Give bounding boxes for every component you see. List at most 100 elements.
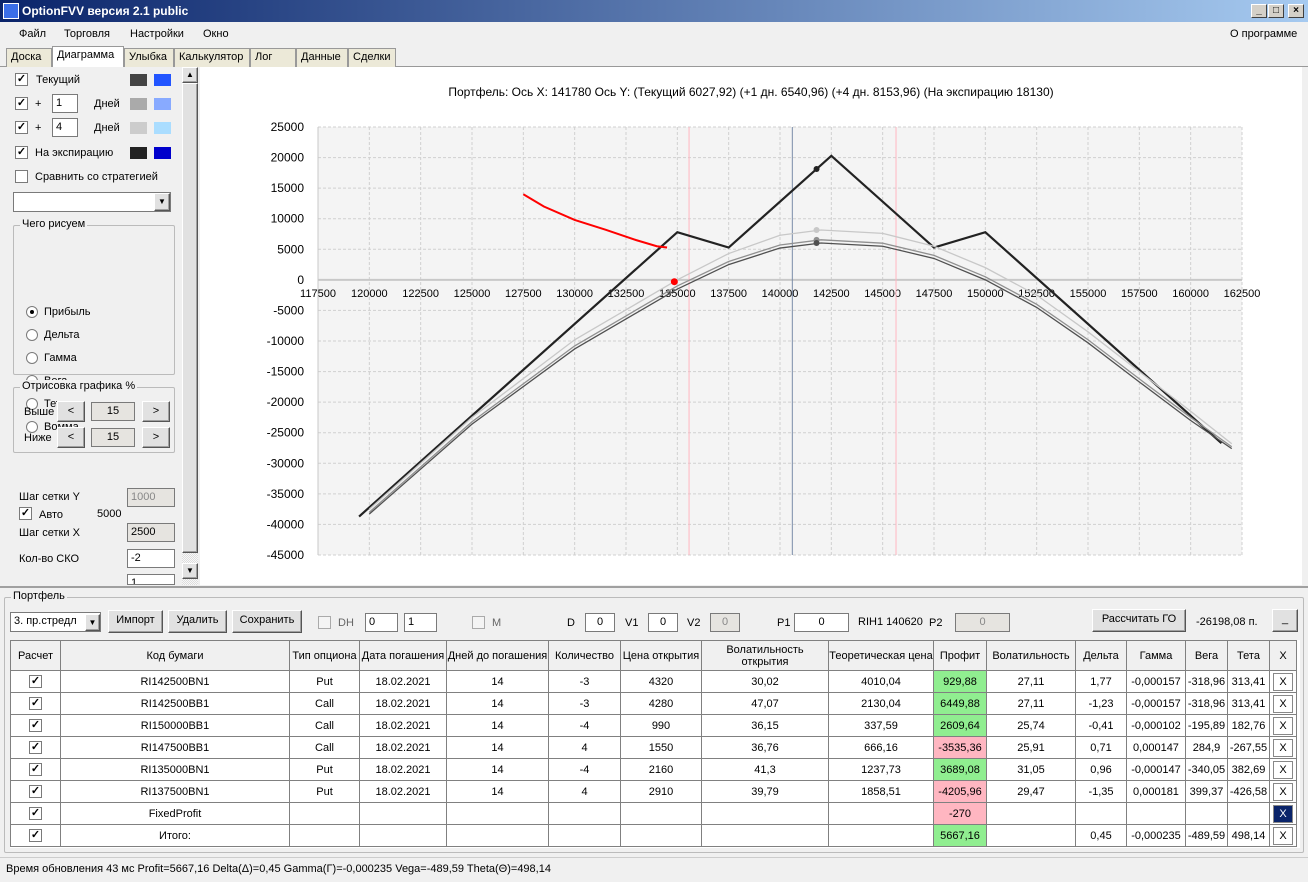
cut-input[interactable]: 1 bbox=[127, 574, 175, 585]
strategy-select[interactable]: ▼ bbox=[13, 192, 171, 212]
p1-input[interactable]: 0 bbox=[794, 613, 849, 632]
calc-checkbox[interactable]: ✓ bbox=[29, 719, 42, 732]
splitter[interactable] bbox=[0, 586, 1308, 588]
table-row[interactable]: ✓ RI142500BN1 Put 18.02.2021 14 -3 4320 30,02 40… bbox=[10, 670, 1297, 693]
above-increase-button[interactable]: > bbox=[142, 401, 170, 422]
table-row[interactable]: ✓ RI147500BB1 Call 18.02.2021 14 4 1550 36,76 66… bbox=[10, 736, 1297, 759]
remove-row-button[interactable]: X bbox=[1273, 760, 1293, 779]
scroll-thumb[interactable] bbox=[182, 83, 198, 553]
chevron-down-icon[interactable]: ▼ bbox=[85, 614, 100, 631]
table-row[interactable]: ✓ RI135000BN1 Put 18.02.2021 14 -4 2160 41,3 123… bbox=[10, 758, 1297, 781]
column-header[interactable]: Тета bbox=[1227, 640, 1270, 671]
table-row[interactable]: ✓ RI137500BN1 Put 18.02.2021 14 4 2910 39,79 185… bbox=[10, 780, 1297, 803]
expiry-color-swatch-2[interactable] bbox=[154, 147, 171, 159]
calc-checkbox[interactable]: ✓ bbox=[29, 741, 42, 754]
day4-color-swatch-2[interactable] bbox=[154, 122, 171, 134]
scrollbar[interactable]: ▲ ▼ bbox=[182, 67, 198, 585]
close-button[interactable]: × bbox=[1288, 4, 1304, 18]
tab-diagram[interactable]: Диаграмма bbox=[52, 46, 124, 67]
calc-checkbox[interactable]: ✓ bbox=[29, 807, 42, 820]
sko-input[interactable]: -2 bbox=[127, 549, 175, 568]
grid-x-input[interactable]: 2500 bbox=[127, 523, 175, 542]
column-header[interactable]: Расчет bbox=[10, 640, 61, 671]
payoff-chart[interactable]: Портфель: Ось X: 141780 Ось Y: (Текущий … bbox=[200, 67, 1302, 585]
tab-log[interactable]: Лог bbox=[250, 48, 296, 67]
save-button[interactable]: Сохранить bbox=[232, 610, 302, 633]
maximize-button[interactable]: □ bbox=[1268, 4, 1284, 18]
menu-settings[interactable]: Настройки bbox=[130, 28, 184, 40]
table-row[interactable]: ✓ FixedProfit -270 X bbox=[10, 802, 1297, 825]
calculate-margin-button[interactable]: Рассчитать ГО bbox=[1092, 609, 1186, 632]
column-header[interactable]: Вега bbox=[1185, 640, 1228, 671]
auto-checkbox[interactable]: ✓ bbox=[19, 507, 32, 520]
calc-checkbox[interactable]: ✓ bbox=[29, 675, 42, 688]
dh-spinner-2[interactable]: 1 bbox=[404, 613, 437, 632]
expiry-color-swatch[interactable] bbox=[130, 147, 147, 159]
remove-row-button[interactable]: X bbox=[1273, 694, 1293, 713]
below-increase-button[interactable]: > bbox=[142, 427, 170, 448]
chart-plot[interactable]: 117500 120000 122500 125000 127500 130000 1325… bbox=[200, 67, 1302, 585]
remove-row-button[interactable]: X bbox=[1273, 782, 1293, 801]
calc-checkbox[interactable]: ✓ bbox=[29, 829, 42, 842]
collapse-button[interactable]: _ bbox=[1272, 609, 1298, 632]
compare-checkbox[interactable] bbox=[15, 170, 28, 183]
day1-input[interactable]: 1 bbox=[52, 94, 78, 113]
remove-row-button[interactable]: X bbox=[1273, 672, 1293, 691]
table-row[interactable]: ✓ RI150000BB1 Call 18.02.2021 14 -4 990 36,15 33… bbox=[10, 714, 1297, 737]
day4-checkbox[interactable]: ✓ bbox=[15, 121, 28, 134]
calc-checkbox[interactable]: ✓ bbox=[29, 697, 42, 710]
menu-file[interactable]: Файл bbox=[19, 28, 46, 40]
dh-checkbox[interactable] bbox=[318, 616, 331, 629]
column-header[interactable]: Тип опциона bbox=[289, 640, 360, 671]
column-header[interactable]: Дней до погашения bbox=[446, 640, 549, 671]
day1-checkbox[interactable]: ✓ bbox=[15, 97, 28, 110]
radio-2[interactable] bbox=[26, 352, 38, 364]
column-header[interactable]: Профит bbox=[933, 640, 987, 671]
v2-input[interactable]: 0 bbox=[710, 613, 740, 632]
minimize-button[interactable]: _ bbox=[1251, 4, 1267, 18]
column-header[interactable]: Дельта bbox=[1075, 640, 1127, 671]
chevron-down-icon[interactable]: ▼ bbox=[154, 193, 170, 211]
column-header[interactable]: Теоретическая цена bbox=[828, 640, 934, 671]
remove-row-button[interactable]: X bbox=[1273, 738, 1293, 757]
import-button[interactable]: Импорт bbox=[108, 610, 163, 633]
calc-checkbox[interactable]: ✓ bbox=[29, 785, 42, 798]
column-header[interactable]: Цена открытия bbox=[620, 640, 702, 671]
remove-row-button[interactable]: X bbox=[1273, 804, 1293, 823]
below-decrease-button[interactable]: < bbox=[57, 427, 85, 448]
day1-color-swatch[interactable] bbox=[130, 98, 147, 110]
menu-window[interactable]: Окно bbox=[203, 28, 229, 40]
remove-row-button[interactable]: X bbox=[1273, 826, 1293, 845]
day1-color-swatch-2[interactable] bbox=[154, 98, 171, 110]
dh-spinner-1[interactable]: 0 bbox=[365, 613, 398, 632]
remove-row-button[interactable]: X bbox=[1273, 716, 1293, 735]
column-header[interactable]: Код бумаги bbox=[60, 640, 290, 671]
current-checkbox[interactable]: ✓ bbox=[15, 73, 28, 86]
current-color-swatch-2[interactable] bbox=[154, 74, 171, 86]
scroll-up-icon[interactable]: ▲ bbox=[182, 67, 198, 83]
column-header[interactable]: Волатильность bbox=[986, 640, 1076, 671]
column-header[interactable]: Количество bbox=[548, 640, 621, 671]
column-header[interactable]: Волатильность открытия bbox=[701, 640, 829, 671]
table-row[interactable]: ✓ Итого: 5667,16 0,45 -0,000235 -489,59 498,14… bbox=[10, 824, 1297, 847]
above-decrease-button[interactable]: < bbox=[57, 401, 85, 422]
day4-input[interactable]: 4 bbox=[52, 118, 78, 137]
menu-about[interactable]: О программе bbox=[1230, 28, 1297, 40]
m-checkbox[interactable] bbox=[472, 616, 485, 629]
tab-calculator[interactable]: Калькулятор bbox=[174, 48, 250, 67]
d-input[interactable]: 0 bbox=[585, 613, 615, 632]
day4-color-swatch[interactable] bbox=[130, 122, 147, 134]
tab-data[interactable]: Данные bbox=[296, 48, 348, 67]
table-row[interactable]: ✓ RI142500BB1 Call 18.02.2021 14 -3 4280 47,07 2… bbox=[10, 692, 1297, 715]
tab-smile[interactable]: Улыбка bbox=[124, 48, 174, 67]
grid-y-input[interactable]: 1000 bbox=[127, 488, 175, 507]
p2-input[interactable]: 0 bbox=[955, 613, 1010, 632]
expiry-checkbox[interactable]: ✓ bbox=[15, 146, 28, 159]
radio-0[interactable] bbox=[26, 306, 38, 318]
current-color-swatch[interactable] bbox=[130, 74, 147, 86]
column-header[interactable]: Дата погашения bbox=[359, 640, 447, 671]
menu-trading[interactable]: Торговля bbox=[64, 28, 110, 40]
tab-deals[interactable]: Сделки bbox=[348, 48, 396, 67]
delete-button[interactable]: Удалить bbox=[168, 610, 227, 633]
radio-1[interactable] bbox=[26, 329, 38, 341]
